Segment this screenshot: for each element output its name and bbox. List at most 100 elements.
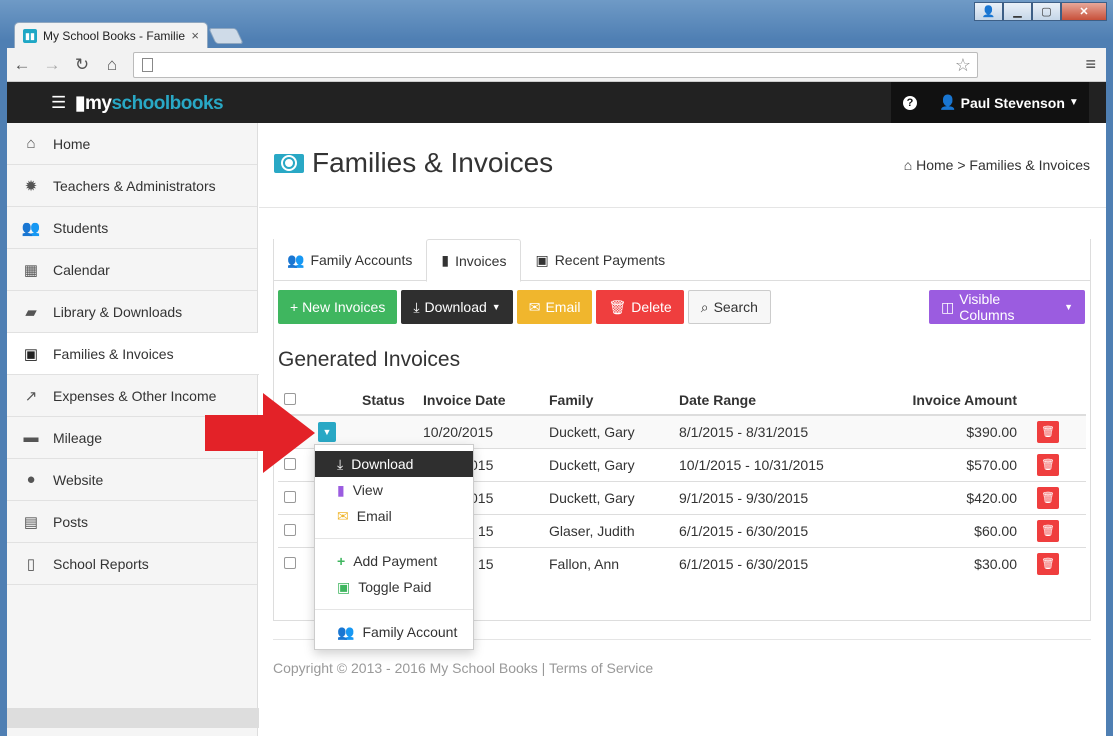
user-menu-button[interactable]: 👤 Paul Stevenson ▼ — [929, 82, 1089, 123]
date-range-cell: 9/1/2015 - 9/30/2015 — [679, 480, 879, 514]
download-button[interactable]: ⤓ Download ▼ — [401, 290, 513, 324]
sidebar-item-label: Students — [53, 219, 109, 236]
dropdown-label: Email — [356, 508, 392, 524]
action-cell: 🗑 — [1037, 546, 1086, 580]
user-icon[interactable]: 👤 — [974, 2, 1003, 21]
trash-icon[interactable]: 🗑 — [1037, 552, 1059, 575]
dropdown-label: Family Account — [362, 624, 458, 640]
row-select-cell — [278, 480, 318, 514]
hamburger-icon[interactable]: ☰ — [51, 93, 66, 113]
amount-cell: $570.00 — [879, 447, 1037, 481]
maximize-button[interactable]: ▢ — [1032, 2, 1061, 21]
sidebar-item-label: Expenses & Other Income — [53, 387, 217, 404]
row-checkbox[interactable] — [284, 490, 296, 503]
header-family[interactable]: Family — [549, 385, 679, 416]
action-cell: 🗑 — [1037, 513, 1086, 547]
page-header: Families & Invoices ⌂ Home > Families & … — [259, 123, 1106, 208]
button-label: Search — [713, 299, 758, 315]
address-bar[interactable]: ☆ — [133, 52, 978, 78]
tab-invoices[interactable]: ▮ Invoices — [426, 239, 522, 282]
columns-icon: ◫ — [941, 298, 955, 315]
envelope-icon: ✉ — [528, 298, 541, 315]
reload-icon[interactable]: ↻ — [67, 55, 97, 75]
users-icon: 👥 — [337, 623, 355, 640]
new-tab-button[interactable] — [208, 28, 244, 44]
dropdown-label: Download — [351, 456, 414, 472]
sidebar-item-home[interactable]: ⌂ Home — [7, 123, 257, 165]
dropdown-item-download[interactable]: ⤓ Download — [315, 451, 473, 477]
back-icon[interactable]: ← — [7, 55, 37, 75]
email-button[interactable]: ✉ Email — [516, 290, 593, 324]
dropdown-item-email[interactable]: ✉ Email — [315, 503, 473, 529]
trash-icon[interactable]: 🗑 — [1037, 420, 1059, 443]
money-icon: ▣ — [535, 251, 549, 268]
help-button[interactable]: ? — [891, 82, 929, 123]
sidebar-item-calendar[interactable]: ▦ Calendar — [7, 249, 257, 291]
new-invoices-button[interactable]: + New Invoices — [278, 290, 398, 324]
trash-icon[interactable]: 🗑 — [1037, 519, 1059, 542]
trash-icon[interactable]: 🗑 — [1037, 486, 1059, 509]
tab-close-icon[interactable]: × — [191, 28, 199, 43]
header-status[interactable]: Status — [362, 385, 423, 416]
dropdown-item-family-account[interactable]: 👥 Family Account — [315, 619, 473, 645]
header-actions — [1037, 385, 1086, 416]
help-icon: ? — [903, 95, 917, 110]
tab-recent-payments[interactable]: ▣ Recent Payments — [521, 239, 679, 281]
app-logo[interactable]: ▮myschoolbooks — [75, 92, 224, 115]
sidebar-item-teachers[interactable]: ✹ Teachers & Administrators — [7, 165, 257, 207]
amount-cell: $420.00 — [879, 480, 1037, 514]
row-select-cell — [278, 546, 318, 580]
bookmark-star-icon[interactable]: ☆ — [955, 55, 971, 76]
row-select-cell — [278, 513, 318, 547]
users-icon: 👥 — [287, 251, 305, 268]
sidebar-item-library[interactable]: ▰ Library & Downloads — [7, 291, 257, 333]
action-cell: 🗑 — [1037, 414, 1086, 448]
action-cell: 🗑 — [1037, 480, 1086, 514]
home-icon: ⌂ — [26, 135, 36, 152]
user-icon: 👤 — [939, 94, 957, 110]
dropdown-item-view[interactable]: ▮ View — [315, 477, 473, 503]
money-icon — [274, 153, 304, 173]
sidebar-item-students[interactable]: 👥 Students — [7, 207, 257, 249]
home-icon[interactable]: ⌂ — [97, 55, 127, 75]
tab-label: Recent Payments — [554, 252, 666, 268]
row-checkbox[interactable] — [284, 556, 296, 569]
date-range-cell: 6/1/2015 - 6/30/2015 — [679, 513, 879, 547]
sidebar-item-families[interactable]: ▣ Families & Invoices — [7, 333, 259, 375]
close-window-button[interactable]: ✕ — [1061, 2, 1107, 21]
date-range-cell: 6/1/2015 - 6/30/2015 — [679, 546, 879, 580]
header-invoice-amount[interactable]: Invoice Amount — [879, 385, 1037, 416]
family-cell: Duckett, Gary — [549, 414, 679, 448]
download-icon: ⤓ — [413, 298, 420, 315]
browser-menu-icon[interactable]: ≡ — [1085, 54, 1096, 75]
users-icon: 👥 — [21, 219, 41, 237]
sidebar-item-posts[interactable]: ▤ Posts — [7, 501, 257, 543]
tab-family-accounts[interactable]: 👥 Family Accounts — [273, 239, 426, 281]
logo-schoolbooks: schoolbooks — [111, 93, 224, 114]
family-cell: Duckett, Gary — [549, 480, 679, 514]
search-button[interactable]: ⌕ Search — [687, 290, 771, 324]
sidebar-item-label: Mileage — [53, 429, 103, 446]
forward-icon[interactable]: → — [37, 55, 67, 75]
browser-tab[interactable]: ▮▮ My School Books - Familie × — [14, 22, 208, 48]
action-cell: 🗑 — [1037, 447, 1086, 481]
header-invoice-date[interactable]: Invoice Date — [423, 385, 549, 416]
dropdown-item-toggle-paid[interactable]: ▣ Toggle Paid — [315, 574, 473, 600]
breadcrumb[interactable]: ⌂ Home > Families & Invoices — [904, 157, 1090, 173]
delete-button[interactable]: 🗑 Delete — [596, 290, 684, 324]
dropdown-item-add-payment[interactable]: + Add Payment — [315, 548, 473, 574]
date-range-cell: 8/1/2015 - 8/31/2015 — [679, 414, 879, 448]
envelope-icon: ✉ — [337, 507, 349, 524]
visible-columns-button[interactable]: ◫ Visible Columns ▼ — [929, 290, 1085, 324]
user-name: Paul Stevenson — [960, 94, 1065, 111]
header-date-range[interactable]: Date Range — [679, 385, 879, 416]
trash-icon[interactable]: 🗑 — [1037, 453, 1059, 476]
row-dropdown-button[interactable]: ▼ — [318, 421, 336, 442]
sidebar-item-reports[interactable]: ▯ School Reports — [7, 543, 257, 585]
row-action-dropdown: ⤓ Download ▮ View ✉ Email + Add Payment ▣ Tog… — [314, 444, 474, 650]
caret-down-icon: ▼ — [491, 302, 501, 312]
minimize-button[interactable]: ▁ — [1003, 2, 1032, 21]
chart-icon: ↗ — [24, 387, 38, 405]
sidebar-item-label: Teachers & Administrators — [53, 177, 216, 194]
row-checkbox[interactable] — [284, 523, 296, 536]
